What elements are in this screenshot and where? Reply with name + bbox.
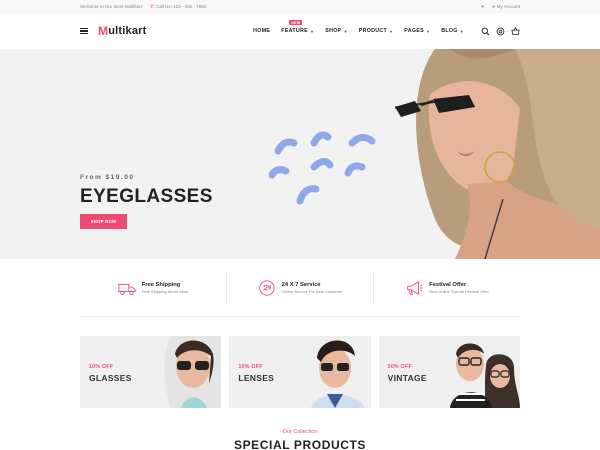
service-24x7: 24 X 7 Service Online Service For New Cu…	[226, 270, 373, 305]
settings-icon[interactable]	[496, 27, 505, 36]
nav-blog-label: BLOG	[441, 28, 458, 34]
search-icon[interactable]	[481, 27, 490, 36]
banner-name: LENSES	[238, 373, 275, 383]
main-nav: HOME NEW FEATURE ▼ SHOP ▼ PRODUCT ▼ PAGES ▼ …	[253, 20, 520, 36]
banner-glasses[interactable]: 10% OFF GLASSES	[80, 336, 222, 408]
top-bar-left: Welcome to Our store Multikart ✆ Call Us…	[80, 4, 206, 10]
service-title: Free Shipping	[141, 281, 181, 288]
my-account-label: My Account	[496, 4, 520, 9]
user-icon: ●	[492, 4, 495, 9]
nav-pages[interactable]: PAGES ▼	[404, 28, 430, 34]
model-photo	[395, 49, 600, 259]
nav-product[interactable]: PRODUCT ▼	[359, 28, 394, 34]
service-title: Festival Offer	[429, 281, 467, 288]
services-strip: Free Shipping Free Shipping World Wide 2…	[80, 259, 520, 317]
phone-info: ✆ Call Us: 123 - 456 - 7890	[150, 4, 206, 10]
logo-mark: M	[98, 24, 109, 38]
nav-shop[interactable]: SHOP ▼	[325, 28, 347, 34]
banner-vintage[interactable]: 50% OFF VINTAGE	[378, 336, 520, 408]
collection-section: Our Collection SPECIAL PRODUCTS	[0, 429, 600, 450]
hero-banner: From $19.00 EYEGLASSES SHOP NOW	[0, 49, 600, 259]
hero-subtitle: From $19.00	[80, 174, 135, 181]
nav-shop-label: SHOP	[325, 28, 342, 34]
nav-feature-label: FEATURE	[281, 28, 308, 34]
my-account-link[interactable]: ● My Account	[492, 4, 520, 9]
nav-blog[interactable]: BLOG ▼	[441, 28, 464, 34]
clock-24-icon	[259, 279, 275, 296]
menu-icon[interactable]	[80, 27, 88, 35]
service-title: 24 X 7 Service	[281, 281, 321, 288]
service-free-shipping: Free Shipping Free Shipping World Wide	[80, 271, 226, 305]
chevron-down-icon: ▼	[425, 28, 431, 34]
logo-text: ultikart	[108, 25, 147, 37]
heart-icon[interactable]: ♥	[481, 4, 484, 9]
collection-eyebrow: Our Collection	[282, 429, 318, 435]
brand: M ultikart	[80, 24, 146, 38]
service-desc: Online Service For New Customer	[281, 288, 343, 294]
service-desc: New Online Special Festival Offer	[429, 288, 489, 294]
chevron-down-icon: ▼	[309, 28, 315, 34]
welcome-text: Welcome to Our store Multikart	[80, 4, 142, 9]
new-badge: NEW	[289, 20, 303, 25]
top-bar: Welcome to Our store Multikart ✆ Call Us…	[0, 0, 600, 13]
top-bar-right: ♥ ● My Account	[481, 4, 520, 9]
decorative-shapes	[268, 131, 376, 205]
chevron-down-icon: ▼	[389, 28, 394, 34]
category-banners: 10% OFF GLASSES 10% OFF LENSES 50% OFF V…	[80, 336, 520, 408]
nav-home-label: HOME	[253, 28, 271, 34]
nav-home[interactable]: HOME	[253, 28, 270, 34]
banner-vintage-image	[449, 343, 520, 408]
service-desc: Free Shipping World Wide	[141, 288, 189, 294]
header-icons	[481, 26, 520, 36]
banner-glasses-image	[164, 336, 222, 408]
megaphone-icon	[407, 280, 423, 295]
service-festival-offer: Festival Offer New Online Special Festiv…	[373, 270, 520, 305]
shop-now-button[interactable]: SHOP NOW	[80, 214, 127, 229]
logo[interactable]: M ultikart	[98, 24, 146, 38]
banner-lenses[interactable]: 10% OFF LENSES	[229, 336, 371, 408]
banner-discount: 50% OFF	[387, 364, 412, 370]
banner-name: GLASSES	[89, 373, 132, 383]
main-header: M ultikart HOME NEW FEATURE ▼ SHOP ▼ PRODU…	[0, 13, 600, 49]
banner-name: VINTAGE	[387, 373, 427, 383]
banner-discount: 10% OFF	[238, 364, 263, 370]
truck-icon	[118, 283, 136, 295]
banner-lenses-image	[310, 340, 365, 408]
collection-heading: SPECIAL PRODUCTS	[233, 438, 367, 450]
phone-icon: ✆	[149, 3, 155, 10]
chevron-down-icon: ▼	[343, 28, 348, 34]
hero-title: EYEGLASSES	[80, 186, 213, 207]
chevron-down-icon: ▼	[459, 28, 464, 34]
nav-product-label: PRODUCT	[358, 28, 388, 34]
phone-text: Call Us: 123 - 456 - 7890	[156, 4, 207, 9]
nav-pages-label: PAGES	[404, 28, 424, 34]
cart-icon[interactable]	[511, 26, 520, 36]
nav-feature[interactable]: NEW FEATURE ▼	[281, 20, 315, 34]
banner-discount: 10% OFF	[89, 364, 114, 370]
